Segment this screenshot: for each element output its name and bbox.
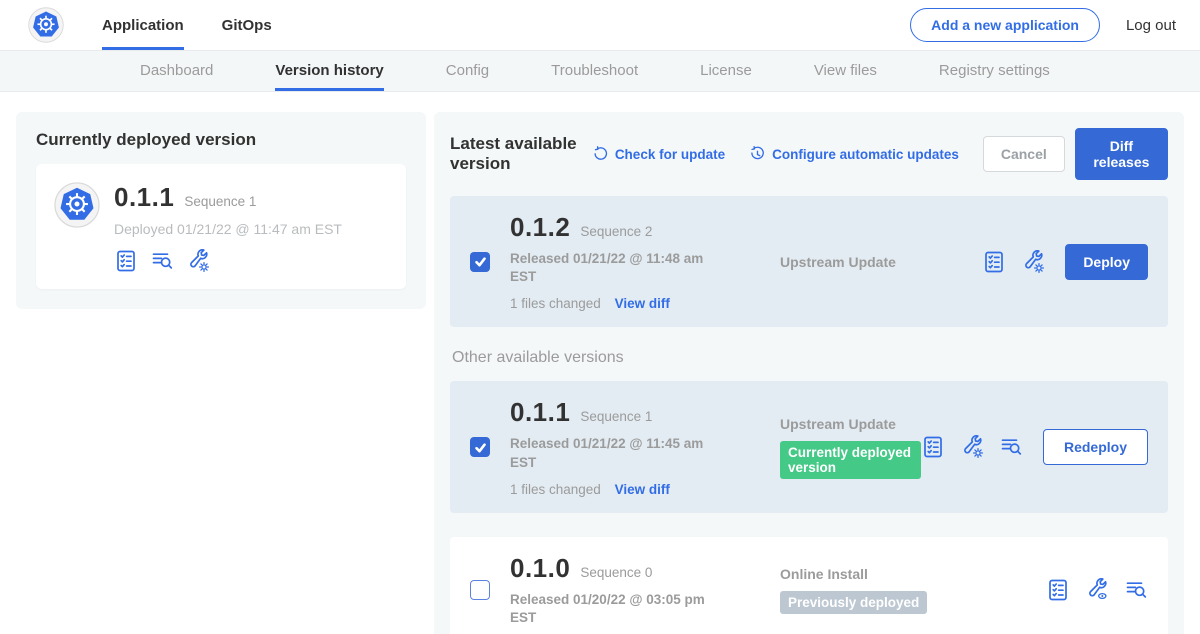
configure-wrench-gear-icon[interactable] [960, 435, 984, 459]
app-kubernetes-logo-icon [54, 182, 100, 228]
app-subnav: Dashboard Version history Config Trouble… [0, 50, 1200, 92]
version-checkbox[interactable] [470, 437, 490, 457]
released-timestamp: Released 01/21/22 @ 11:45 am EST [510, 435, 725, 471]
view-diff-link[interactable]: View diff [615, 482, 670, 497]
view-logs-icon[interactable] [999, 435, 1023, 459]
tab-application[interactable]: Application [102, 0, 184, 50]
top-header: Application GitOps Add a new application… [0, 0, 1200, 50]
preflight-checklist-icon[interactable] [114, 249, 138, 273]
deploy-button[interactable]: Deploy [1065, 244, 1148, 280]
app-logo [28, 0, 64, 50]
sequence-label: Sequence 1 [580, 409, 652, 424]
subnav-view-files[interactable]: View files [814, 51, 877, 91]
version-checkbox[interactable] [470, 580, 490, 600]
subnav-troubleshoot[interactable]: Troubleshoot [551, 51, 638, 91]
version-source-label: Upstream Update [780, 254, 982, 270]
redeploy-button[interactable]: Redeploy [1043, 429, 1148, 465]
clock-refresh-icon [749, 146, 766, 163]
released-timestamp: Released 01/20/22 @ 03:05 pm EST [510, 591, 725, 627]
version-checkbox[interactable] [470, 252, 490, 272]
kubernetes-logo-icon [28, 7, 64, 43]
refresh-icon [592, 146, 609, 163]
deployed-sequence-label: Sequence 1 [184, 194, 256, 209]
main-content: Currently deployed version 0.1.1 Sequenc… [0, 92, 1200, 634]
previously-deployed-badge: Previously deployed [780, 591, 927, 614]
subnav-registry-settings[interactable]: Registry settings [939, 51, 1050, 91]
version-history-panel: Latest available version Check for updat… [434, 112, 1184, 634]
subnav-config[interactable]: Config [446, 51, 489, 91]
version-source-label: Upstream Update [780, 416, 921, 432]
preflight-checklist-icon[interactable] [982, 250, 1006, 274]
subnav-license[interactable]: License [700, 51, 752, 91]
latest-version-title: Latest available version [450, 134, 582, 174]
preflight-checklist-icon[interactable] [1046, 578, 1070, 602]
diff-releases-button[interactable]: Diff releases [1075, 128, 1168, 180]
header-tabs: Application GitOps [102, 0, 272, 50]
version-number: 0.1.0 [510, 553, 570, 584]
tab-gitops[interactable]: GitOps [222, 0, 272, 50]
configure-automatic-updates-label: Configure automatic updates [772, 147, 959, 162]
files-changed-label: 1 files changed [510, 482, 601, 497]
preflight-checklist-icon[interactable] [921, 435, 945, 459]
configure-automatic-updates-link[interactable]: Configure automatic updates [749, 146, 959, 163]
configure-wrench-gear-icon[interactable] [186, 249, 210, 273]
deployed-version-number: 0.1.1 [114, 182, 174, 213]
header-right: Add a new application Log out [910, 0, 1176, 50]
configure-wrench-gear-icon[interactable] [1021, 250, 1045, 274]
version-row-0-1-1: 0.1.1 Sequence 1 Released 01/21/22 @ 11:… [450, 381, 1168, 512]
deployed-version-card: 0.1.1 Sequence 1 Deployed 01/21/22 @ 11:… [36, 164, 406, 289]
version-number: 0.1.2 [510, 212, 570, 243]
released-timestamp: Released 01/21/22 @ 11:48 am EST [510, 250, 725, 286]
latest-version-header: Latest available version Check for updat… [450, 128, 1168, 180]
view-config-wrench-eye-icon[interactable] [1085, 578, 1109, 602]
check-for-update-link[interactable]: Check for update [592, 146, 725, 163]
version-number: 0.1.1 [510, 397, 570, 428]
view-diff-link[interactable]: View diff [615, 296, 670, 311]
view-logs-icon[interactable] [1124, 578, 1148, 602]
view-logs-icon[interactable] [150, 249, 174, 273]
other-versions-label: Other available versions [452, 349, 1166, 367]
version-row-0-1-2: 0.1.2 Sequence 2 Released 01/21/22 @ 11:… [450, 196, 1168, 327]
sequence-label: Sequence 0 [580, 565, 652, 580]
logout-button[interactable]: Log out [1126, 17, 1176, 34]
currently-deployed-title: Currently deployed version [36, 130, 406, 150]
subnav-version-history[interactable]: Version history [275, 51, 383, 91]
sequence-label: Sequence 2 [580, 224, 652, 239]
deployed-timestamp: Deployed 01/21/22 @ 11:47 am EST [114, 221, 342, 237]
subnav-dashboard[interactable]: Dashboard [140, 51, 213, 91]
cancel-button[interactable]: Cancel [983, 136, 1065, 172]
currently-deployed-panel: Currently deployed version 0.1.1 Sequenc… [16, 112, 426, 309]
currently-deployed-badge: Currently deployed version [780, 441, 921, 479]
files-changed-label: 1 files changed [510, 296, 601, 311]
check-for-update-label: Check for update [615, 147, 725, 162]
version-source-label: Online Install [780, 566, 1046, 582]
version-row-0-1-0: 0.1.0 Sequence 0 Released 01/20/22 @ 03:… [450, 537, 1168, 634]
add-application-button[interactable]: Add a new application [910, 8, 1100, 42]
